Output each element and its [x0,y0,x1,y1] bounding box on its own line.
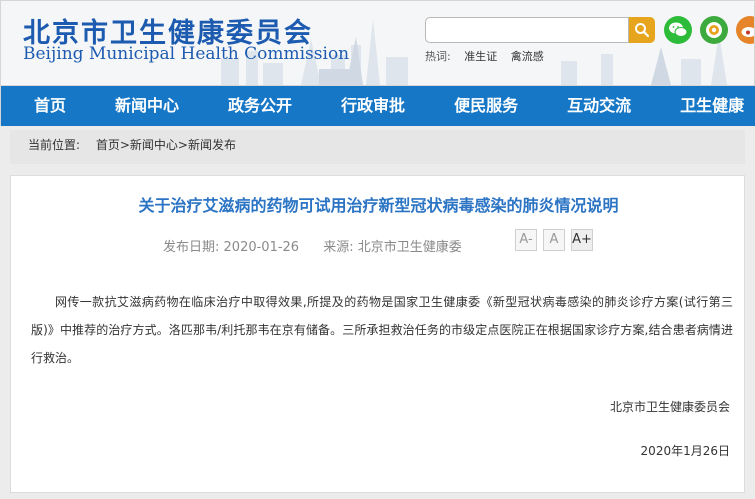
article-body: 网传一款抗艾滋病药物在临床治疗中取得效果,所提及的药物是国家卫生健康委《新型冠状… [31,295,733,365]
breadcrumb-path[interactable]: 首页>新闻中心>新闻发布 [96,138,236,152]
wechat-icon [669,22,688,37]
font-decrease-button[interactable]: A- [515,229,537,251]
nav-item-services[interactable]: 便民服务 [454,86,518,126]
search-icon [635,23,650,38]
nav-item-approval[interactable]: 行政审批 [341,86,405,126]
search-button[interactable] [629,17,655,43]
article-signature: 北京市卫生健康委员会 [609,400,730,414]
site-header: 北京市卫生健康委员会 Beijing Municipal Health Comm… [0,0,755,86]
breadcrumb: 当前位置: 首页>新闻中心>新闻发布 [10,130,745,164]
nav-item-gov-affairs[interactable]: 政务公开 [228,86,292,126]
article-panel: 关于治疗艾滋病的药物可试用治疗新型冠状病毒感染的肺炎情况说明 发布日期: 202… [10,175,745,493]
breadcrumb-label: 当前位置: [28,138,81,152]
app-icon [706,22,722,38]
hot-word-link[interactable]: 禽流感 [511,50,544,63]
hot-word-link[interactable]: 准生证 [464,50,497,63]
date-label: 发布日期: [163,240,220,255]
nav-item-interaction[interactable]: 互动交流 [567,86,631,126]
nav-item-news[interactable]: 新闻中心 [115,86,179,126]
hot-words: 热词: 准生证 禽流感 [425,48,554,64]
article-title: 关于治疗艾滋病的药物可试用治疗新型冠状病毒感染的肺炎情况说明 [138,196,619,215]
article-meta: 发布日期: 2020-01-26 来源: 北京市卫生健康委 [163,236,462,255]
logo-english[interactable]: Beijing Municipal Health Commission [23,44,349,64]
font-increase-button[interactable]: A+ [571,229,593,251]
font-normal-button[interactable]: A [543,229,565,251]
mobile-app-button[interactable] [700,16,728,44]
wechat-button[interactable] [664,16,692,44]
nav-item-home[interactable]: 首页 [34,86,66,126]
main-nav: 首页 新闻中心 政务公开 行政审批 便民服务 互动交流 卫生健康 [0,86,755,126]
source-value: 北京市卫生健康委 [357,240,462,255]
publish-date: 2020-01-26 [223,240,300,255]
weibo-icon [741,27,754,37]
search-input[interactable] [425,17,629,43]
article-sign-date: 2020年1月26日 [640,444,730,458]
source-label: 来源: [323,240,354,255]
nav-item-health[interactable]: 卫生健康 [680,86,744,126]
hot-words-label: 热词: [425,50,451,63]
